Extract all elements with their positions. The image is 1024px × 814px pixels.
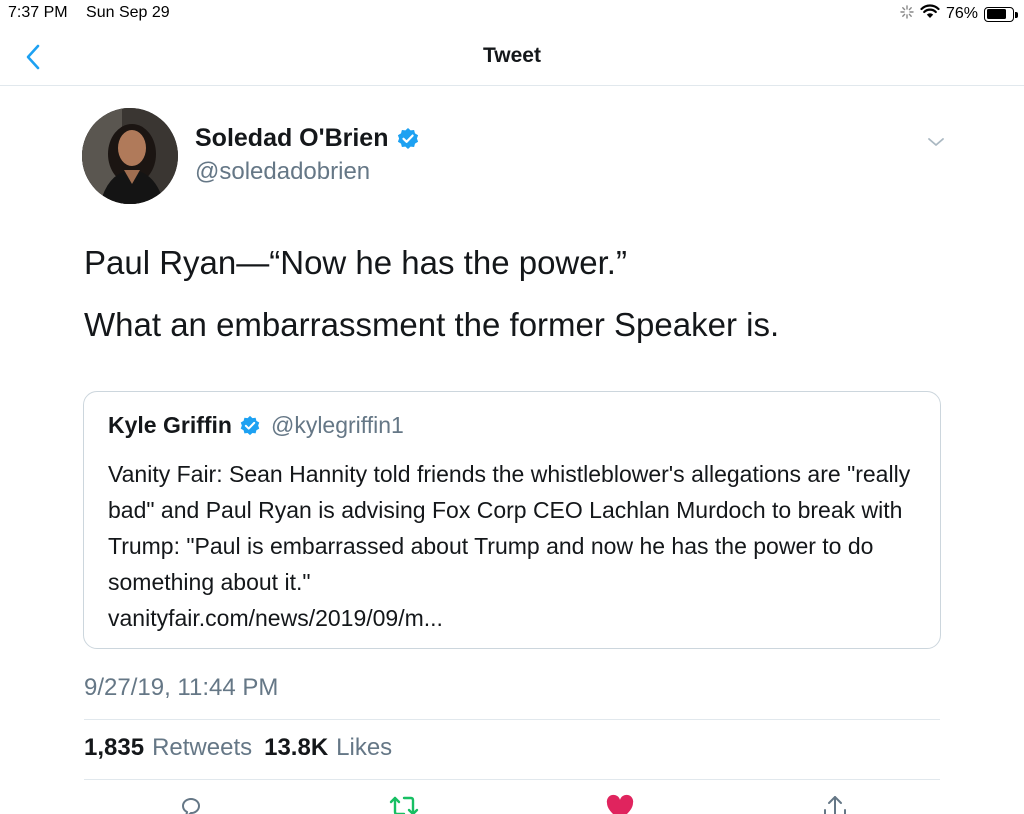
retweets-count: 1,835 xyxy=(84,734,145,761)
nav-bar: Tweet xyxy=(0,28,1024,86)
caret-down-icon xyxy=(928,138,944,146)
likes-stat[interactable]: 13.8K Likes xyxy=(264,734,392,762)
status-bar: 7:37 PM Sun Sep 29 76% xyxy=(0,0,1024,28)
author-name[interactable]: Soledad O'Brien xyxy=(195,124,388,153)
like-button[interactable] xyxy=(605,794,635,814)
activity-icon xyxy=(900,4,914,24)
quoted-tweet[interactable]: Kyle Griffin @kylegriffin1 Vanity Fair: … xyxy=(83,391,941,649)
quote-text: Vanity Fair: Sean Hannity told friends t… xyxy=(108,456,928,636)
retweet-button[interactable] xyxy=(388,794,419,814)
status-date: Sun Sep 29 xyxy=(86,4,170,21)
divider xyxy=(84,719,940,720)
avatar-photo xyxy=(82,108,178,204)
battery-level xyxy=(986,9,1006,19)
verified-badge-icon xyxy=(240,415,260,435)
reply-icon xyxy=(181,798,201,814)
tweet-options-button[interactable] xyxy=(924,132,948,152)
author-name-row: Soledad O'Brien xyxy=(195,124,420,153)
author-handle[interactable]: @soledadobrien xyxy=(195,158,370,186)
quote-header: Kyle Griffin @kylegriffin1 xyxy=(108,412,404,439)
retweet-icon xyxy=(389,796,419,814)
battery-cap xyxy=(1015,11,1018,18)
like-icon xyxy=(606,794,634,814)
page-title: Tweet xyxy=(483,44,541,67)
tweet-paragraph: Paul Ryan—“Now he has the power.” xyxy=(84,244,627,281)
wifi-icon xyxy=(920,4,940,24)
status-left: 7:37 PM Sun Sep 29 xyxy=(8,4,184,22)
likes-label: Likes xyxy=(336,734,393,761)
retweets-label: Retweets xyxy=(152,734,253,761)
verified-badge-icon xyxy=(398,127,419,149)
quote-link[interactable]: vanityfair.com/news/2019/09/m... xyxy=(108,605,443,631)
quote-author-name: Kyle Griffin xyxy=(108,412,232,438)
quote-body: Vanity Fair: Sean Hannity told friends t… xyxy=(108,461,911,595)
quote-author-handle: @kylegriffin1 xyxy=(270,412,404,438)
share-icon xyxy=(824,796,846,814)
share-button[interactable] xyxy=(820,794,850,814)
status-time: 7:37 PM xyxy=(8,4,68,21)
status-right: 76% xyxy=(900,4,1018,24)
tweet-stats: 1,835 Retweets 13.8K Likes xyxy=(84,734,392,762)
likes-count: 13.8K xyxy=(264,734,329,761)
divider xyxy=(84,779,940,780)
battery-icon xyxy=(984,6,1018,22)
tweet-text: Paul Ryan—“Now he has the power.” What a… xyxy=(84,242,964,366)
avatar[interactable] xyxy=(82,108,178,204)
retweets-stat[interactable]: 1,835 Retweets xyxy=(84,734,252,762)
tweet-paragraph: What an embarrassment the former Speaker… xyxy=(84,306,780,343)
reply-button[interactable] xyxy=(176,794,206,814)
tweet-timestamp: 9/27/19, 11:44 PM xyxy=(84,674,279,701)
battery-percent: 76% xyxy=(945,5,978,22)
